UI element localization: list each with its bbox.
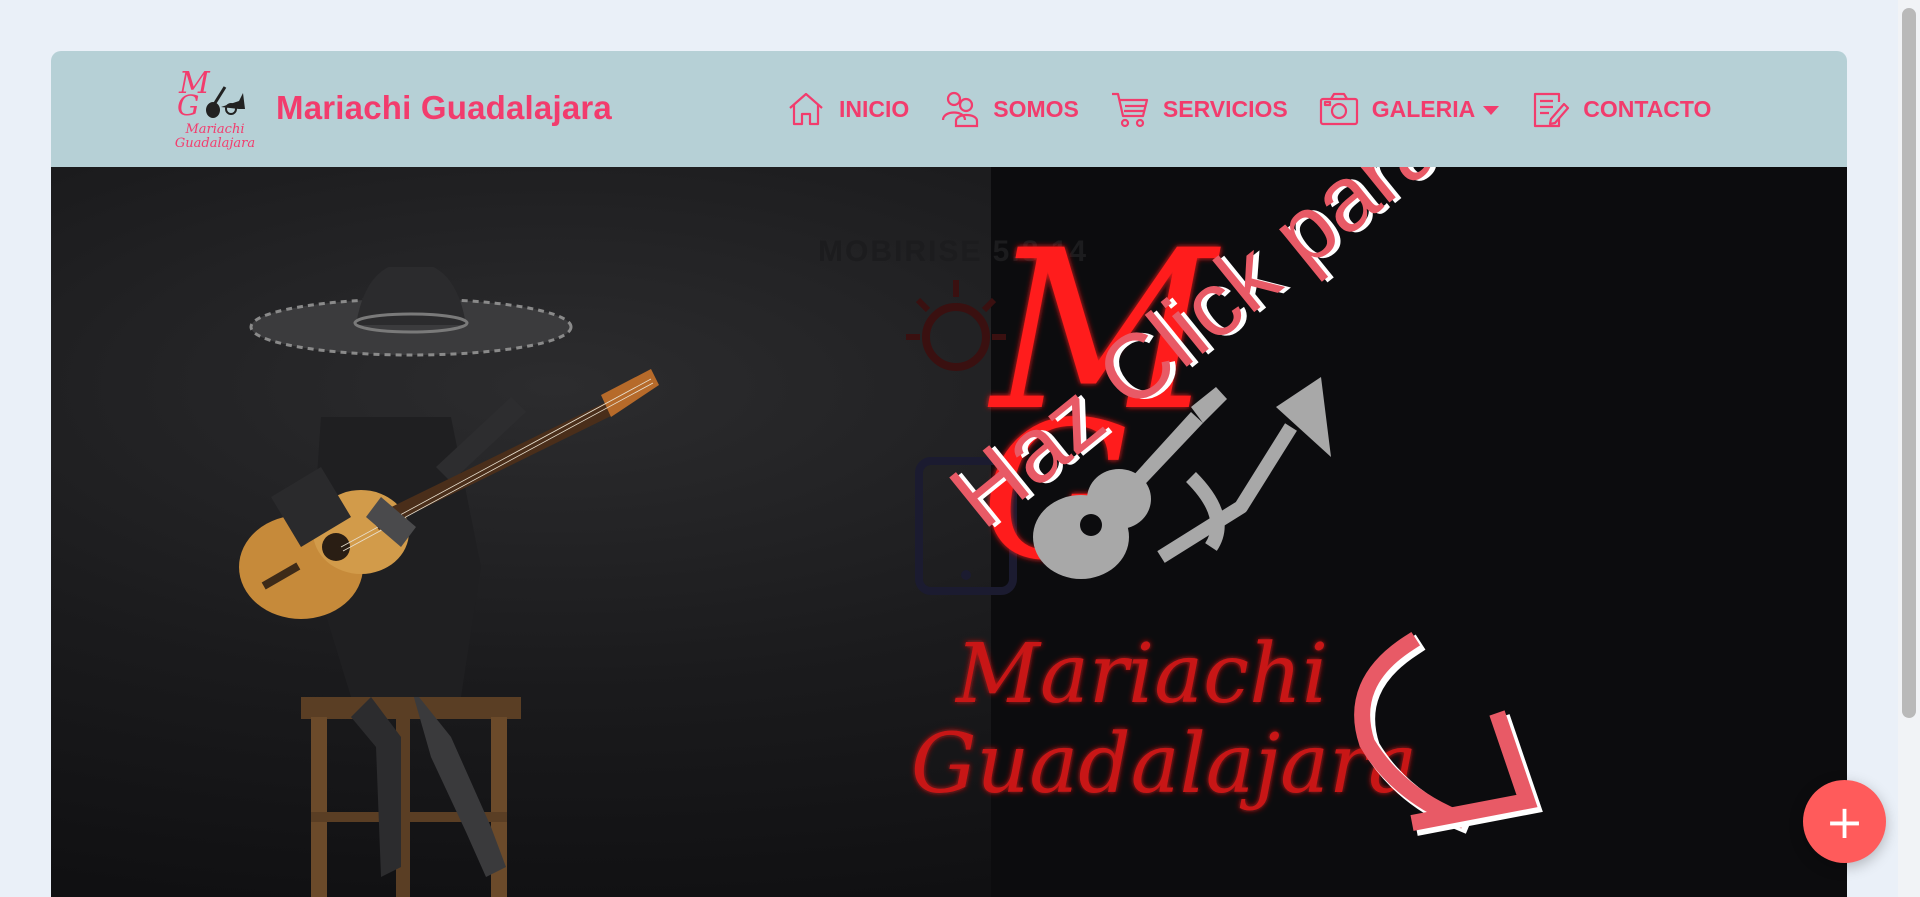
cart-icon <box>1111 92 1149 128</box>
main-nav: INICIO SOMOS SERVICIOS GALERIA CONTACTO <box>785 51 1741 167</box>
nav-item-label: GALERIA <box>1371 95 1476 122</box>
svg-text:G: G <box>177 89 199 122</box>
nav-item-inicio[interactable]: INICIO <box>785 84 909 134</box>
nav-item-label: SOMOS <box>993 95 1079 122</box>
nav-item-servicios[interactable]: SERVICIOS <box>1109 84 1288 134</box>
page-scrollbar[interactable] <box>1898 0 1920 897</box>
site-frame: M G Mariachi Guadalajara Mariachi Guadal… <box>51 51 1847 897</box>
nav-item-galeria[interactable]: GALERIA <box>1318 84 1500 134</box>
camera-icon <box>1319 92 1358 126</box>
add-fab-button[interactable]: + <box>1803 780 1886 863</box>
brand-logo-line2: Guadalajara <box>175 136 255 151</box>
edit-document-icon <box>1534 92 1570 128</box>
nav-item-somos[interactable]: SOMOS <box>939 84 1079 134</box>
hero-section[interactable]: MOBIRISE 5.8.14 M G Mariachi Guadalajara… <box>51 167 1847 897</box>
plus-icon: + <box>1825 794 1864 849</box>
brand-title[interactable]: Mariachi Guadalajara <box>276 89 612 127</box>
cta-arrow-icon <box>1354 631 1543 836</box>
scrollbar-thumb[interactable] <box>1902 8 1916 718</box>
chevron-down-icon <box>1483 105 1500 115</box>
nav-item-contacto[interactable]: CONTACTO <box>1529 84 1711 134</box>
robot-mariachi-image <box>239 267 659 897</box>
nav-item-label: CONTACTO <box>1583 95 1712 122</box>
nav-item-label: INICIO <box>839 95 910 122</box>
navbar: M G Mariachi Guadalajara Mariachi Guadal… <box>51 51 1847 167</box>
home-icon <box>789 92 823 126</box>
nav-item-label: SERVICIOS <box>1162 95 1288 122</box>
brand-logo-line1: Mariachi <box>185 122 245 137</box>
brand-logo[interactable]: M G Mariachi Guadalajara <box>169 63 261 155</box>
users-icon <box>942 91 979 128</box>
hero-logo-line1: Mariachi <box>954 627 1328 722</box>
